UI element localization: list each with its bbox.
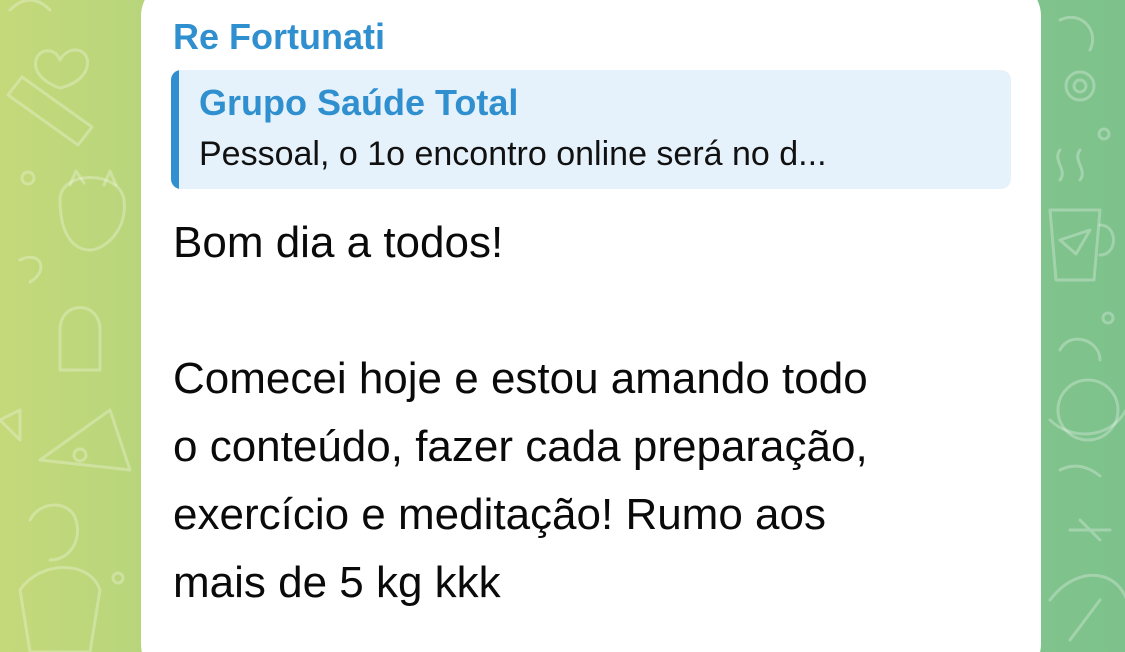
reply-accent-bar (171, 70, 179, 189)
message-sender-name[interactable]: Re Fortunati (173, 14, 385, 60)
heart-doodle-icon (34, 48, 90, 90)
message-line: o conteúdo, fazer cada preparação, (173, 422, 868, 471)
mug-doodle-icon (1048, 208, 1102, 282)
ghost-doodle-icon (58, 306, 102, 372)
popcorn-doodle-icon (18, 566, 102, 652)
reply-quote-title: Grupo Saúde Total (199, 82, 519, 123)
message-line: exercício e meditação! Rumo aos (173, 490, 826, 539)
message-line: Bom dia a todos! (173, 218, 504, 267)
message-line: Comecei hoje e estou amando todo (173, 354, 868, 403)
cat-doodle-icon (58, 176, 126, 252)
pencil-doodle-icon (6, 75, 94, 147)
leaf-doodle-icon (1048, 573, 1125, 602)
reply-quote-preview: Pessoal, o 1o encontro online será no d.… (199, 135, 827, 173)
message-text: Bom dia a todos! Comecei hoje e estou am… (173, 209, 1023, 617)
paper-plane-doodle-icon (1058, 228, 1092, 256)
message-line (173, 277, 1023, 345)
reply-quote[interactable]: Grupo Saúde Total Pessoal, o 1o encontro… (171, 70, 1011, 189)
pizza-doodle-icon (38, 408, 132, 472)
planet-doodle-icon (1056, 378, 1120, 442)
message-line: mais de 5 kg kkk (173, 558, 501, 607)
